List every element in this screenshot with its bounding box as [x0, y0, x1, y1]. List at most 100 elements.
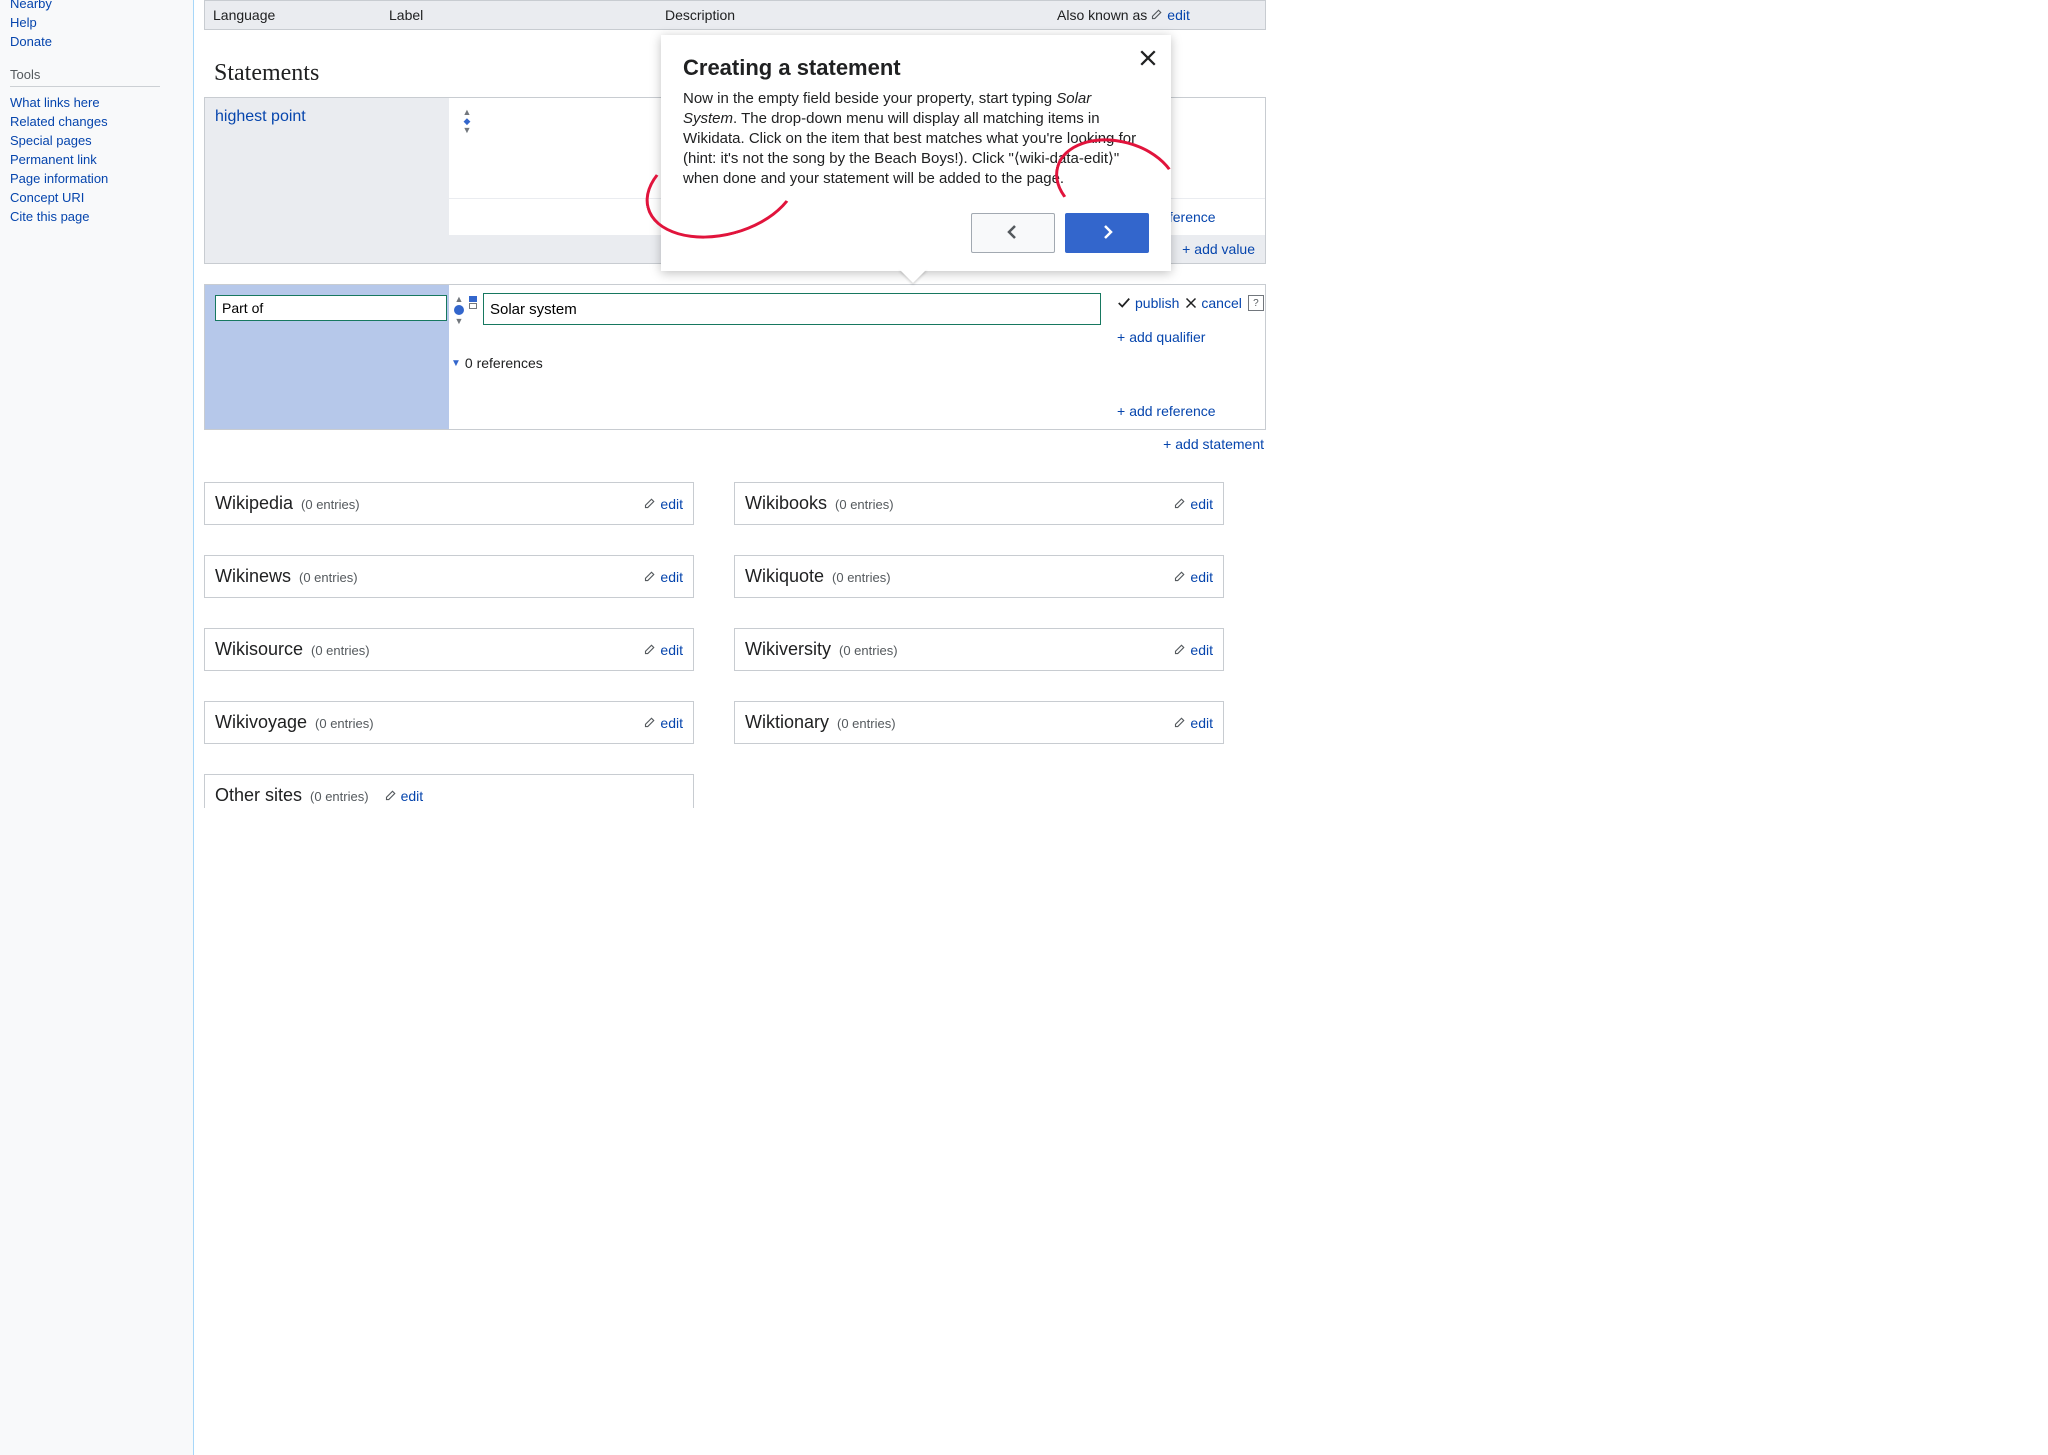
sitebox-wikinews: Wikinews (0 entries) edit [204, 555, 694, 598]
sitebox-title: Other sites [215, 785, 302, 806]
term-edit-link[interactable]: edit [1151, 7, 1190, 23]
add-reference-label: add reference [1129, 403, 1215, 419]
tool-related-changes[interactable]: Related changes [10, 112, 185, 131]
sitebox-edit[interactable]: edit [644, 569, 683, 585]
pencil-icon [1174, 496, 1186, 512]
sitebox-wikiquote: Wikiquote (0 entries) edit [734, 555, 1224, 598]
sitebox-edit[interactable]: edit [1174, 569, 1213, 585]
sitebox-count: (0 entries) [837, 716, 896, 731]
plus-icon: + [1182, 241, 1190, 257]
sitebox-wikibooks: Wikibooks (0 entries) edit [734, 482, 1224, 525]
plus-icon: + [1117, 403, 1125, 419]
sitebox-wiktionary: Wiktionary (0 entries) edit [734, 701, 1224, 744]
tour-prev-button[interactable] [971, 213, 1055, 253]
help-icon[interactable]: ? [1248, 295, 1264, 311]
sitebox-title: Wikiversity [745, 639, 831, 660]
tool-concept-uri[interactable]: Concept URI [10, 188, 185, 207]
edit-label: edit [1190, 569, 1213, 585]
sitebox-count: (0 entries) [832, 570, 891, 585]
edit-label: edit [1190, 715, 1213, 731]
statement-part-of: ▲ ▼ ▼ 0 references [204, 284, 1266, 430]
edit-label: edit [1190, 496, 1213, 512]
add-statement-label: add statement [1175, 436, 1264, 452]
sitebox-edit[interactable]: edit [1174, 496, 1213, 512]
pencil-icon [385, 788, 397, 804]
sitebox-count: (0 entries) [315, 716, 374, 731]
add-qualifier-label: add qualifier [1129, 329, 1205, 345]
references-toggle[interactable]: ▼ 0 references [451, 355, 1101, 371]
tool-permanent-link[interactable]: Permanent link [10, 150, 185, 169]
snaktype-widget[interactable] [469, 293, 481, 311]
sitebox-edit[interactable]: edit [1174, 715, 1213, 731]
col-description: Description [657, 3, 1049, 27]
rank-widget[interactable]: ▲ ▼ [451, 293, 467, 325]
tour-body: Now in the empty field beside your prope… [683, 89, 1149, 189]
edit-label: edit [660, 496, 683, 512]
nav-link-donate[interactable]: Donate [10, 32, 185, 51]
sitebox-title: Wikiquote [745, 566, 824, 587]
sitebox-count: (0 entries) [311, 643, 370, 658]
add-value-link[interactable]: + add value [1182, 241, 1255, 257]
property-highest-point[interactable]: highest point [215, 108, 306, 125]
edit-label: edit [1167, 7, 1190, 23]
sitebox-edit[interactable]: edit [644, 642, 683, 658]
rank-widget[interactable]: ▲ ◆ ▼ [453, 106, 481, 134]
value-input[interactable] [483, 293, 1101, 325]
references-label: 0 references [465, 355, 543, 371]
sitebox-edit[interactable]: edit [1174, 642, 1213, 658]
sitebox-title: Wikibooks [745, 493, 827, 514]
sitebox-count: (0 entries) [301, 497, 360, 512]
pencil-icon [644, 569, 656, 585]
col-language: Language [205, 3, 381, 27]
publish-label: publish [1135, 295, 1179, 311]
check-icon [1117, 296, 1131, 310]
cancel-link[interactable]: cancel [1185, 295, 1241, 311]
tool-special-pages[interactable]: Special pages [10, 131, 185, 150]
sitebox-other-sites: Other sites (0 entries) edit [204, 774, 694, 808]
sitebox-count: (0 entries) [299, 570, 358, 585]
edit-label: edit [660, 715, 683, 731]
close-icon[interactable] [1139, 49, 1157, 69]
edit-label: edit [1190, 642, 1213, 658]
sitebox-edit[interactable]: edit [644, 715, 683, 731]
tool-cite-page[interactable]: Cite this page [10, 207, 185, 226]
edit-label: edit [660, 642, 683, 658]
sitebox-count: (0 entries) [310, 789, 369, 804]
close-icon [1185, 297, 1197, 309]
sitebox-wikivoyage: Wikivoyage (0 entries) edit [204, 701, 694, 744]
pencil-icon [1174, 569, 1186, 585]
sitebox-title: Wiktionary [745, 712, 829, 733]
sitebox-count: (0 entries) [835, 497, 894, 512]
property-input[interactable] [215, 295, 447, 321]
sitebox-count: (0 entries) [839, 643, 898, 658]
add-statement-link[interactable]: + add statement [1163, 436, 1264, 452]
pencil-icon [644, 496, 656, 512]
pencil-icon [1174, 642, 1186, 658]
publish-link[interactable]: publish [1117, 295, 1179, 311]
sitebox-edit[interactable]: edit [644, 496, 683, 512]
nav-link-help[interactable]: Help [10, 13, 185, 32]
sitebox-wikipedia: Wikipedia (0 entries) edit [204, 482, 694, 525]
tool-what-links-here[interactable]: What links here [10, 93, 185, 112]
tour-next-button[interactable] [1065, 213, 1149, 253]
pencil-icon [644, 642, 656, 658]
add-qualifier-link[interactable]: + add qualifier [1117, 329, 1205, 345]
edit-label: edit [401, 788, 424, 804]
sitebox-wikisource: Wikisource (0 entries) edit [204, 628, 694, 671]
col-also-known: Also known as [1057, 7, 1147, 23]
cancel-label: cancel [1201, 295, 1241, 311]
edit-label: edit [660, 569, 683, 585]
col-label: Label [381, 3, 657, 27]
tour-title: Creating a statement [683, 55, 1149, 81]
pencil-icon [644, 715, 656, 731]
tour-popup: Creating a statement Now in the empty fi… [661, 35, 1171, 271]
sitelinks-section: Wikipedia (0 entries) edit Wikibooks (0 … [204, 482, 1234, 744]
term-table: Language Label Description Also known as… [204, 0, 1266, 30]
add-reference-link[interactable]: + add reference [1117, 403, 1216, 419]
pencil-icon [1151, 7, 1163, 23]
sitebox-title: Wikivoyage [215, 712, 307, 733]
sitebox-title: Wikinews [215, 566, 291, 587]
sitebox-edit[interactable]: edit [385, 788, 424, 804]
nav-link-nearby[interactable]: Nearby [10, 0, 185, 13]
tool-page-information[interactable]: Page information [10, 169, 185, 188]
